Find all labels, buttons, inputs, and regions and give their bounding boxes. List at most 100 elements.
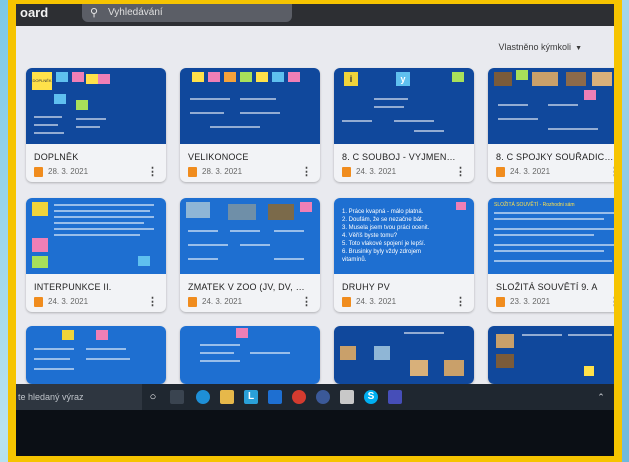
more-options-icon[interactable]: ⋮	[301, 165, 312, 178]
image-placeholder	[532, 72, 558, 86]
board-card[interactable]: VELIKONOCE 28. 3. 2021 ⋮	[180, 68, 320, 182]
screen: oard ⚲ Vyhledávání Vlastněno kýmkoli ▼ DO…	[16, 4, 614, 456]
store-icon[interactable]	[340, 390, 354, 404]
board-thumbnail	[26, 326, 166, 384]
sticky-note	[300, 202, 312, 212]
image-placeholder	[186, 202, 210, 218]
board-thumbnail	[488, 68, 614, 144]
sticky-note	[272, 72, 284, 82]
sticky-note	[516, 70, 528, 80]
board-title: DRUHY PV	[342, 282, 390, 292]
board-card[interactable]: SLOŽITÁ SOUVĚTÍ - Rozhodni sám SLOŽITÁ S…	[488, 198, 614, 312]
more-options-icon[interactable]: ⋮	[609, 295, 614, 308]
board-date: 23. 3. 2021	[510, 297, 551, 306]
board-card[interactable]: ZMATEK V ZOO (JV, DV, EKV) 24. 3. 2021 ⋮	[180, 198, 320, 312]
caret-down-icon: ▼	[575, 45, 582, 52]
owner-filter-dropdown[interactable]: Vlastněno kýmkoli ▼	[499, 42, 582, 52]
more-options-icon[interactable]: ⋮	[301, 295, 312, 308]
chrome-icon[interactable]	[292, 390, 306, 404]
app-circle-icon[interactable]	[316, 390, 330, 404]
sticky-note	[56, 72, 68, 82]
letter-i-note: i	[344, 72, 358, 86]
sticky-note: DOPLNĚK	[32, 72, 52, 90]
cortana-icon[interactable]: ○	[146, 390, 160, 404]
slide-line: 1. Práce kvapná - málo platná.	[342, 209, 424, 215]
sticky-note	[240, 72, 252, 82]
board-card[interactable]	[334, 326, 474, 384]
search-box[interactable]: ⚲ Vyhledávání	[82, 4, 292, 22]
image-placeholder	[494, 72, 512, 86]
monitor-bezel	[16, 410, 614, 456]
slide-line: 5. Toto vlakové spojení je lepší.	[342, 241, 426, 247]
edge-icon[interactable]	[196, 390, 210, 404]
whiteboard-file-icon	[34, 167, 43, 177]
board-card[interactable]: 1. Práce kvapná - málo platná. 2. Doufám…	[334, 198, 474, 312]
image-placeholder	[374, 346, 390, 360]
board-title: 8. C SOUBOJ - VYJMENOVANÁ SL...	[342, 152, 460, 162]
more-options-icon[interactable]: ⋮	[147, 295, 158, 308]
whiteboard-file-icon	[342, 297, 351, 307]
task-view-icon[interactable]	[170, 390, 184, 404]
sticky-note	[96, 330, 108, 340]
image-placeholder	[496, 334, 514, 348]
board-title: ZMATEK V ZOO (JV, DV, EKV)	[188, 282, 306, 292]
board-card[interactable]: 8. C SPOJKY SOUŘADICÍ - ZMATE... 24. 3. …	[488, 68, 614, 182]
board-date: 28. 3. 2021	[202, 167, 243, 176]
more-options-icon[interactable]: ⋮	[609, 165, 614, 178]
whiteboard-file-icon	[496, 167, 505, 177]
more-options-icon[interactable]: ⋮	[455, 165, 466, 178]
taskbar: te hledaný výraz ○ L S ⌃	[16, 384, 614, 410]
sticky-note	[32, 256, 48, 268]
image-placeholder	[444, 360, 464, 376]
board-thumbnail: 1. Práce kvapná - málo platná. 2. Doufám…	[334, 198, 474, 274]
slide-text-list: 1. Práce kvapná - málo platná. 2. Doufám…	[342, 208, 429, 264]
sticky-note	[32, 202, 48, 216]
slide-line: vitamínů.	[342, 257, 367, 263]
file-explorer-icon[interactable]	[220, 390, 234, 404]
board-title: INTERPUNKCE II.	[34, 282, 112, 292]
taskbar-search-input[interactable]: te hledaný výraz	[16, 384, 142, 410]
letter-y-note: y	[396, 72, 410, 86]
image-placeholder	[228, 204, 256, 220]
sticky-note	[236, 328, 248, 338]
whiteboard-file-icon	[188, 297, 197, 307]
board-card[interactable]: DOPLNĚK DOPLNĚK 28. 3. 2021 ⋮	[26, 68, 166, 182]
board-card[interactable]	[26, 326, 166, 384]
teams-icon[interactable]	[388, 390, 402, 404]
sticky-note	[224, 72, 236, 82]
owner-filter-label: Vlastněno kýmkoli	[498, 42, 572, 52]
board-date: 24. 3. 2021	[48, 297, 89, 306]
image-placeholder	[340, 346, 356, 360]
image-placeholder	[496, 354, 514, 368]
sticky-note	[62, 330, 74, 340]
sticky-note	[54, 94, 66, 104]
sticky-note	[138, 256, 150, 266]
chevron-up-icon[interactable]: ⌃	[594, 390, 608, 404]
mail-icon[interactable]	[268, 390, 282, 404]
slide-heading: SLOŽITÁ SOUVĚTÍ - Rozhodni sám	[494, 202, 575, 208]
board-thumbnail	[180, 198, 320, 274]
board-date: 28. 3. 2021	[48, 167, 89, 176]
sticky-note	[192, 72, 204, 82]
board-card[interactable]	[488, 326, 614, 384]
skype-icon[interactable]: S	[364, 390, 378, 404]
board-date: 24. 3. 2021	[356, 297, 397, 306]
slide-line: 6. Brusinky byly vždy zdrojem	[342, 249, 422, 255]
slide-line: 4. Věříš byste tomu?	[342, 233, 398, 239]
sticky-note	[76, 100, 88, 110]
board-card[interactable]	[180, 326, 320, 384]
board-card[interactable]: INTERPUNKCE II. 24. 3. 2021 ⋮	[26, 198, 166, 312]
search-icon: ⚲	[90, 7, 99, 19]
board-title: VELIKONOCE	[188, 152, 249, 162]
board-thumbnail: DOPLNĚK	[26, 68, 166, 144]
image-placeholder	[592, 72, 612, 86]
app-l-icon[interactable]: L	[244, 390, 258, 404]
sticky-note	[256, 72, 268, 82]
board-card[interactable]: i y 8. C SOUBOJ - VYJMENOVANÁ SL... 24. …	[334, 68, 474, 182]
board-title: SLOŽITÁ SOUVĚTÍ 9. A	[496, 282, 598, 292]
more-options-icon[interactable]: ⋮	[147, 165, 158, 178]
search-input[interactable]: Vyhledávání	[108, 7, 163, 18]
whiteboard-file-icon	[496, 297, 505, 307]
sticky-note	[456, 202, 466, 210]
more-options-icon[interactable]: ⋮	[455, 295, 466, 308]
